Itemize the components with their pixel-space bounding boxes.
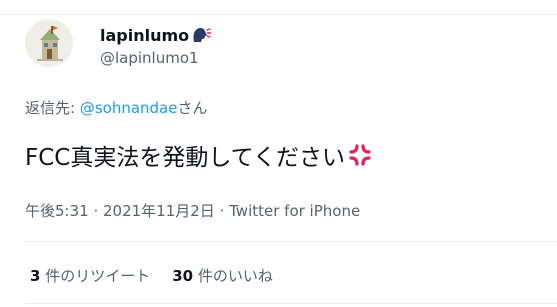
engagement-stats: 3 件のリツイート 30 件のいいね bbox=[30, 265, 295, 286]
top-divider bbox=[0, 14, 557, 15]
house-avatar-icon bbox=[25, 19, 73, 67]
likes-stat[interactable]: 30 件のいいね bbox=[172, 265, 273, 286]
name-row[interactable]: lapinlumo bbox=[100, 24, 212, 46]
meta-separator-1: · bbox=[88, 202, 103, 220]
likes-label: 件のいいね bbox=[193, 267, 273, 285]
stats-divider bbox=[25, 241, 557, 242]
anger-symbol-icon bbox=[347, 142, 373, 168]
tweet-date-link[interactable]: 2021年11月2日 bbox=[103, 202, 215, 220]
likes-count: 30 bbox=[172, 267, 194, 285]
tweet-meta: 午後5:31 · 2021年11月2日 · Twitter for iPhone bbox=[25, 200, 360, 221]
tweet-source[interactable]: Twitter for iPhone bbox=[229, 202, 360, 220]
retweets-stat[interactable]: 3 件のリツイート bbox=[30, 265, 150, 286]
user-handle[interactable]: @lapinlumo1 bbox=[100, 49, 199, 67]
tweet-text: FCC真実法を発動してください bbox=[25, 138, 373, 172]
reply-to: 返信先: @sohnandaeさん bbox=[25, 97, 208, 118]
retweets-count: 3 bbox=[30, 267, 41, 285]
speaking-head-icon bbox=[191, 26, 212, 44]
reply-prefix: 返信先: bbox=[25, 99, 80, 117]
display-name[interactable]: lapinlumo bbox=[100, 26, 189, 45]
meta-separator-2: · bbox=[214, 202, 230, 220]
retweets-label: 件のリツイート bbox=[40, 267, 151, 285]
reply-mention-link[interactable]: @sohnandae bbox=[80, 99, 178, 117]
bottom-divider bbox=[25, 303, 557, 304]
avatar[interactable] bbox=[25, 19, 73, 67]
tweet-time-link[interactable]: 午後5:31 bbox=[25, 202, 89, 220]
tweet-body: FCC真実法を発動してください bbox=[25, 145, 345, 171]
reply-suffix: さん bbox=[177, 99, 208, 117]
